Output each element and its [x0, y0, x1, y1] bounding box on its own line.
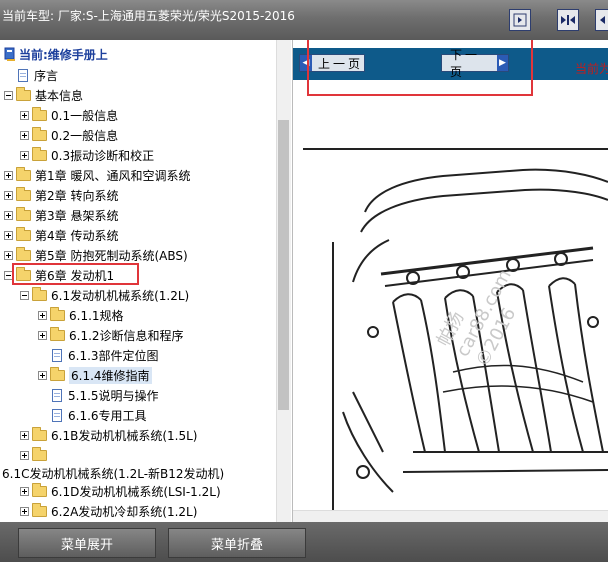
expand-toggle-icon[interactable] — [20, 486, 29, 496]
folder-icon — [16, 266, 31, 281]
tree-item[interactable]: 第2章 转向系统 — [4, 186, 118, 204]
expand-panes-icon — [561, 15, 575, 25]
folder-icon — [32, 482, 47, 497]
top-bar: 当前车型: 厂家:S-上海通用五菱荣光/荣光S2015-2016 — [0, 0, 608, 40]
tree-item[interactable]: 6.1.6专用工具 — [50, 406, 147, 424]
expand-menu-button[interactable]: 菜单展开 — [18, 528, 156, 558]
collapse-menu-button[interactable]: 菜单折叠 — [168, 528, 306, 558]
tree-item[interactable]: 6.1.2诊断信息和程序 — [38, 326, 184, 344]
tree-item[interactable]: 6.2A发动机冷却系统(1.2L) — [20, 502, 197, 520]
expand-toggle-icon[interactable] — [20, 430, 29, 440]
document-icon — [52, 408, 62, 422]
folder-icon — [16, 166, 31, 181]
tree-item[interactable]: 第5章 防抱死制动系统(ABS) — [4, 246, 188, 264]
tree-item[interactable]: 6.1.3部件定位图 — [50, 346, 159, 364]
folder-icon — [32, 106, 47, 121]
tree-item[interactable]: 0.1一般信息 — [20, 106, 118, 124]
vehicle-info: 当前车型: 厂家:S-上海通用五菱荣光/荣光S2015-2016 — [2, 9, 295, 23]
tree-item[interactable]: 6.1C发动机机械系统(1.2L-新B12发动机) — [2, 464, 224, 482]
viewer-scrollbar[interactable] — [293, 510, 608, 522]
tree-item-selected[interactable]: 6.1.4维修指南 — [38, 366, 152, 384]
collapse-toggle-icon[interactable] — [4, 90, 13, 100]
tree-item[interactable]: 6.1发动机机械系统(1.2L) — [20, 286, 189, 304]
expand-toggle-icon[interactable] — [38, 310, 47, 320]
current-page-label: 当前为 — [575, 62, 608, 76]
bottom-bar: 菜单展开 菜单折叠 — [0, 522, 608, 562]
tree-item[interactable]: 序言 — [16, 66, 58, 84]
document-viewer: ◀ 上一页 下一页 ▶ 当前为 帕扬 car88.com ©2016 — [293, 40, 608, 522]
page-arrow-icon — [513, 13, 527, 27]
collapse-panes-icon — [600, 16, 605, 24]
expand-toggle-icon[interactable] — [38, 370, 47, 380]
tree-item[interactable]: 6.1.1规格 — [38, 306, 124, 324]
folder-icon — [32, 426, 47, 441]
page-arrow-button[interactable] — [509, 9, 531, 31]
tree-item[interactable]: 5.1.5说明与操作 — [50, 386, 159, 404]
book-icon — [4, 47, 16, 61]
expand-toggle-icon[interactable] — [20, 450, 29, 460]
collapse-toggle-icon[interactable] — [4, 270, 13, 280]
folder-icon — [32, 126, 47, 141]
folder-icon — [32, 502, 47, 517]
document-icon — [18, 68, 28, 82]
tree-item[interactable]: 6.1B发动机机械系统(1.5L) — [20, 426, 197, 444]
expand-toggle-icon[interactable] — [20, 150, 29, 160]
expand-panes-button[interactable] — [557, 9, 579, 31]
collapse-toggle-icon[interactable] — [20, 290, 29, 300]
folder-icon — [16, 226, 31, 241]
document-icon — [52, 388, 62, 402]
tree-item[interactable]: 第1章 暖风、通风和空调系统 — [4, 166, 190, 184]
nav-highlight-box — [307, 40, 533, 96]
folder-icon — [16, 186, 31, 201]
collapse-panes-button[interactable] — [595, 9, 608, 31]
manual-tree: 当前:维修手册上 序言 基本信息 0.1一般信息 0.2一般信息 0.3振动诊断… — [0, 40, 293, 522]
tree-item[interactable]: 0.2一般信息 — [20, 126, 118, 144]
folder-icon — [32, 446, 47, 461]
expand-toggle-icon[interactable] — [38, 330, 47, 340]
expand-toggle-icon[interactable] — [4, 190, 13, 200]
folder-icon — [32, 286, 47, 301]
tree-title: 当前:维修手册上 — [4, 46, 108, 62]
tree-item[interactable]: 第4章 传动系统 — [4, 226, 118, 244]
separator-line — [303, 148, 608, 150]
folder-icon — [16, 246, 31, 261]
folder-icon — [16, 206, 31, 221]
folder-icon — [32, 146, 47, 161]
scrollbar-thumb[interactable] — [278, 120, 289, 410]
folder-icon — [16, 86, 31, 101]
folder-icon — [50, 306, 65, 321]
tree-item[interactable]: 基本信息 — [4, 86, 83, 104]
expand-toggle-icon[interactable] — [4, 170, 13, 180]
tree-scrollbar[interactable] — [276, 40, 291, 522]
expand-toggle-icon[interactable] — [20, 110, 29, 120]
tree-item[interactable]: 0.3振动诊断和校正 — [20, 146, 154, 164]
document-icon — [52, 348, 62, 362]
tree-item[interactable] — [20, 446, 51, 464]
expand-toggle-icon[interactable] — [4, 230, 13, 240]
expand-toggle-icon[interactable] — [20, 130, 29, 140]
tree-item-chapter6[interactable]: 第6章 发动机1 — [4, 266, 114, 284]
folder-icon — [50, 326, 65, 341]
expand-toggle-icon[interactable] — [4, 250, 13, 260]
expand-toggle-icon[interactable] — [4, 210, 13, 220]
tree-item[interactable]: 6.1D发动机机械系统(LSI-1.2L) — [20, 482, 221, 500]
folder-icon — [50, 366, 65, 381]
tree-item[interactable]: 第3章 悬架系统 — [4, 206, 118, 224]
expand-toggle-icon[interactable] — [20, 506, 29, 516]
